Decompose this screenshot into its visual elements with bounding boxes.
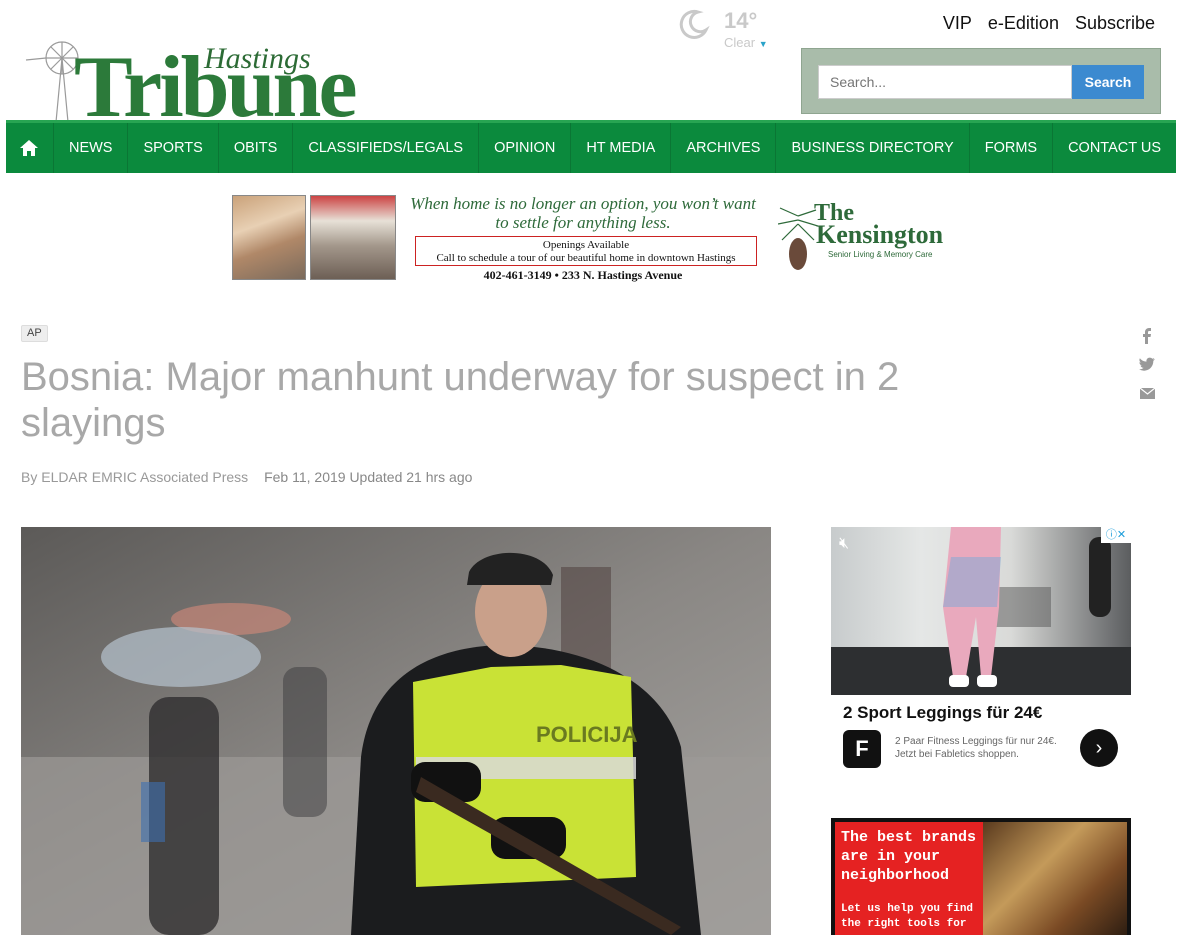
- vest-label: POLICIJA: [536, 722, 638, 747]
- mute-icon[interactable]: 🔇︎: [839, 535, 849, 553]
- weather-condition-label: Clear: [724, 35, 756, 50]
- logo-tribune-text: Tribune: [74, 39, 358, 136]
- home-icon: [20, 140, 39, 156]
- side-ad-tools[interactable]: The best brands are in your neighborhood…: [831, 818, 1131, 935]
- byline-date: Feb 11, 2019 Updated 21 hrs ago: [264, 469, 473, 485]
- nav-news[interactable]: NEWS: [54, 123, 129, 173]
- ad-openings-box: Openings Available Call to schedule a to…: [415, 236, 757, 266]
- ad-openings-title: Openings Available: [542, 239, 630, 251]
- weather-temperature: 14°: [724, 8, 758, 33]
- search-button[interactable]: Search: [1072, 65, 1144, 99]
- byline: By ELDAR EMRIC Associated Press Feb 11, …: [21, 469, 472, 485]
- banner-ad[interactable]: When home is no longer an option, you wo…: [232, 192, 948, 284]
- share-bar: [1138, 328, 1156, 415]
- main-nav: NEWS SPORTS OBITS CLASSIFIEDS/LEGALS OPI…: [6, 120, 1176, 173]
- ad-brand: The Kensington Senior Living & Memory Ca…: [778, 200, 948, 276]
- ad-tools-photo: [983, 822, 1127, 935]
- nav-ht-media[interactable]: HT MEDIA: [571, 123, 672, 173]
- nav-forms[interactable]: FORMS: [970, 123, 1054, 173]
- source-badge[interactable]: AP: [21, 325, 48, 342]
- ad-leggings-title: 2 Sport Leggings für 24€: [843, 703, 1043, 722]
- caret-down-icon: ▼: [758, 39, 768, 49]
- search-box: Search: [801, 48, 1161, 114]
- nav-contact-us[interactable]: CONTACT US: [1053, 123, 1176, 173]
- ad-photo-patio: [310, 195, 396, 280]
- subscribe-link[interactable]: Subscribe: [1075, 13, 1155, 34]
- fitness-model-photo: [831, 527, 1131, 695]
- ad-brand-name: Kensington: [816, 220, 944, 249]
- article-headline: Bosnia: Major manhunt underway for suspe…: [21, 355, 900, 445]
- email-icon[interactable]: [1138, 386, 1156, 415]
- ad-photo-residents: [232, 195, 306, 280]
- ad-choices-icon[interactable]: ⓘ✕: [1101, 527, 1131, 543]
- nav-home[interactable]: [6, 123, 54, 173]
- weather-widget[interactable]: 14° Clear ▼: [676, 4, 786, 50]
- site-logo[interactable]: Hastings Tribune: [22, 38, 382, 132]
- ad-tools-body: Let us help you find the right tools for: [841, 903, 974, 930]
- ad-openings-text: Call to schedule a tour of our beautiful…: [436, 252, 736, 264]
- nav-archives[interactable]: ARCHIVES: [671, 123, 777, 173]
- article-main-image[interactable]: POLICIJA: [21, 527, 771, 935]
- pinecone-icon: [778, 207, 818, 270]
- ad-phone: 402-461-3149 • 233 N. Hastings Avenue: [483, 268, 683, 282]
- nav-classifieds-legals[interactable]: CLASSIFIEDS/LEGALS: [293, 123, 480, 173]
- ad-brand-sub: Senior Living & Memory Care: [828, 250, 933, 259]
- twitter-icon[interactable]: [1138, 357, 1156, 386]
- facebook-icon[interactable]: [1138, 328, 1156, 357]
- fabletics-logo-icon: F: [843, 730, 881, 768]
- vip-link[interactable]: VIP: [943, 13, 972, 34]
- ad-tagline: When home is no longer an option, you wo…: [410, 194, 756, 232]
- nav-sports[interactable]: SPORTS: [128, 123, 219, 173]
- top-links: VIP e-Edition Subscribe: [943, 13, 1155, 34]
- search-input[interactable]: [818, 65, 1072, 99]
- ad-go-button[interactable]: ›: [1080, 729, 1118, 767]
- e-edition-link[interactable]: e-Edition: [988, 13, 1059, 34]
- nav-opinion[interactable]: OPINION: [479, 123, 572, 173]
- ad-tools-headline: The best brands are in your neighborhood: [841, 829, 977, 884]
- moon-icon: [679, 9, 710, 39]
- byline-author[interactable]: By ELDAR EMRIC Associated Press: [21, 469, 248, 485]
- nav-obits[interactable]: OBITS: [219, 123, 294, 173]
- ad-leggings-desc: 2 Paar Fitness Leggings für nur 24€. Jet…: [895, 736, 1057, 760]
- ad-leggings-image: [831, 527, 1131, 695]
- side-ad-leggings[interactable]: 🔇︎ ⓘ✕ 2 Sport Leggings für 24€ F 2 Paar …: [831, 527, 1131, 777]
- nav-business-directory[interactable]: BUSINESS DIRECTORY: [776, 123, 970, 173]
- weather-condition[interactable]: Clear ▼: [724, 35, 768, 50]
- police-officer-photo: POLICIJA: [21, 527, 771, 935]
